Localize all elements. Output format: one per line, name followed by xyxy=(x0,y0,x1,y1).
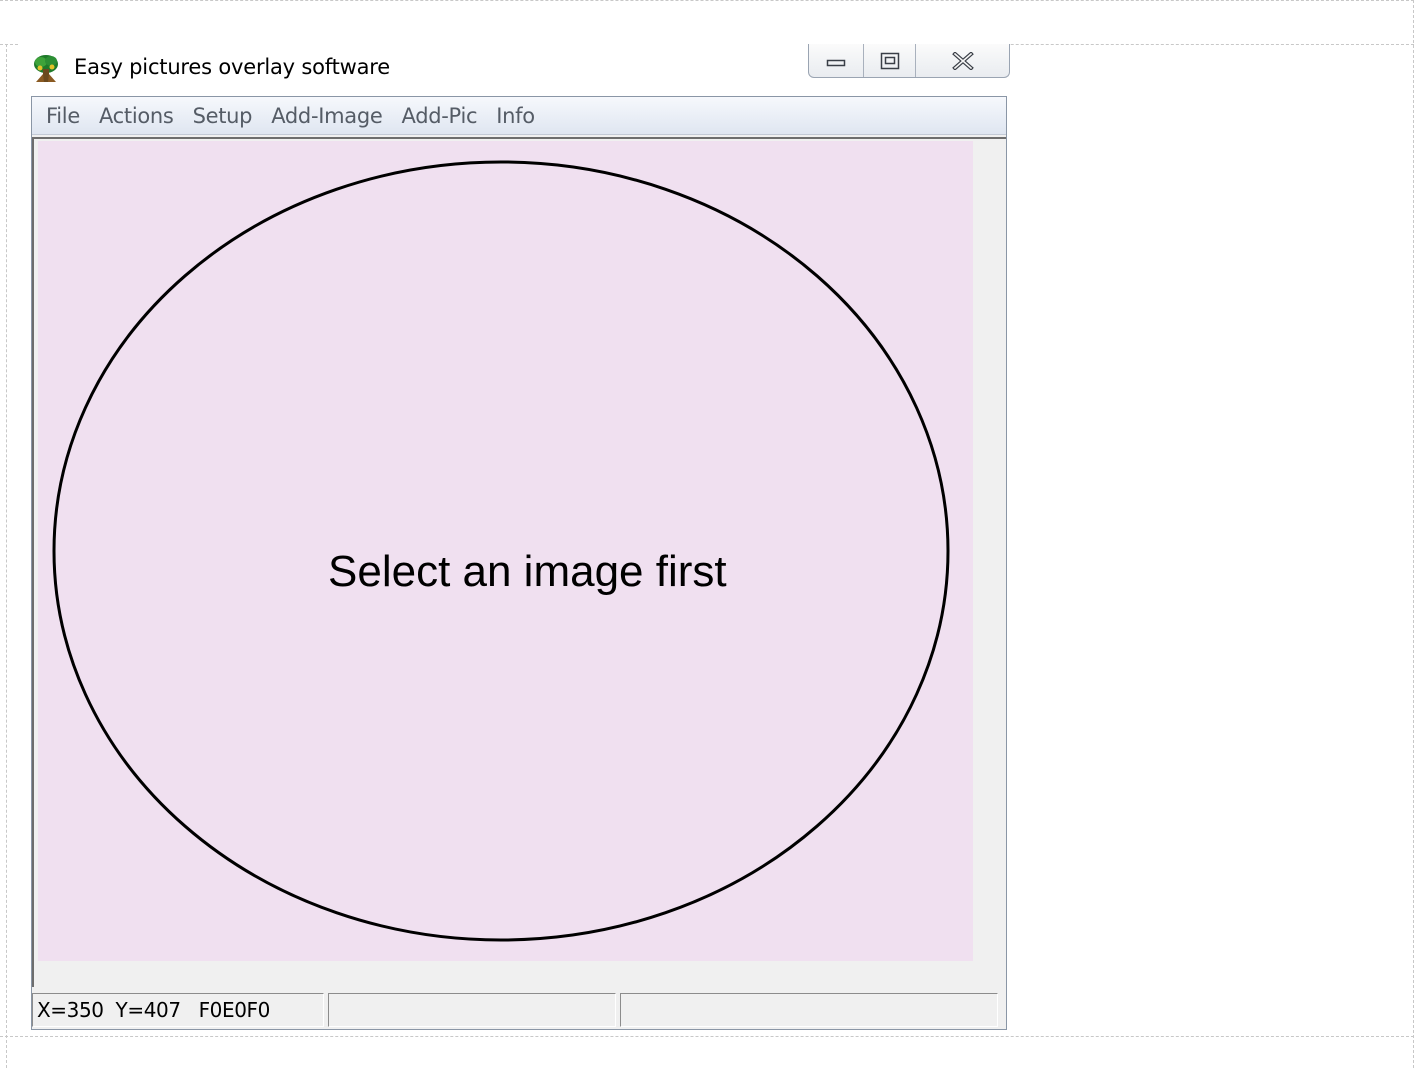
restore-icon xyxy=(880,52,899,69)
menu-info[interactable]: Info xyxy=(490,97,548,135)
status-panel-3 xyxy=(620,993,998,1027)
caption-buttons xyxy=(808,44,1010,78)
close-icon xyxy=(951,51,974,70)
menu-add-pic[interactable]: Add-Pic xyxy=(396,97,491,135)
status-bar: X=350 Y=407 F0E0F0 xyxy=(32,993,1006,1029)
minimize-icon xyxy=(826,59,846,66)
window-title: Easy pictures overlay software xyxy=(74,55,390,79)
status-coordinates: X=350 Y=407 F0E0F0 xyxy=(32,993,324,1027)
app-window: Easy pictures overlay software File Acti… xyxy=(18,44,1010,1030)
window-frame: File Actions Setup Add-Image Add-Pic Inf… xyxy=(31,96,1007,1030)
menu-actions[interactable]: Actions xyxy=(93,97,187,135)
menu-bar: File Actions Setup Add-Image Add-Pic Inf… xyxy=(32,97,1006,135)
title-bar[interactable]: Easy pictures overlay software xyxy=(18,44,1010,94)
menu-file[interactable]: File xyxy=(40,97,93,135)
status-panel-2 xyxy=(328,993,616,1027)
canvas-message: Select an image first xyxy=(328,547,727,596)
drawing-canvas[interactable]: Select an image first xyxy=(38,141,973,961)
tree-icon[interactable] xyxy=(32,54,60,84)
menu-add-image[interactable]: Add-Image xyxy=(265,97,395,135)
canvas-area[interactable]: Select an image first xyxy=(32,137,1006,987)
minimize-button[interactable] xyxy=(809,44,864,77)
menu-setup[interactable]: Setup xyxy=(187,97,266,135)
restore-button[interactable] xyxy=(864,44,916,77)
close-button[interactable] xyxy=(916,44,1009,77)
